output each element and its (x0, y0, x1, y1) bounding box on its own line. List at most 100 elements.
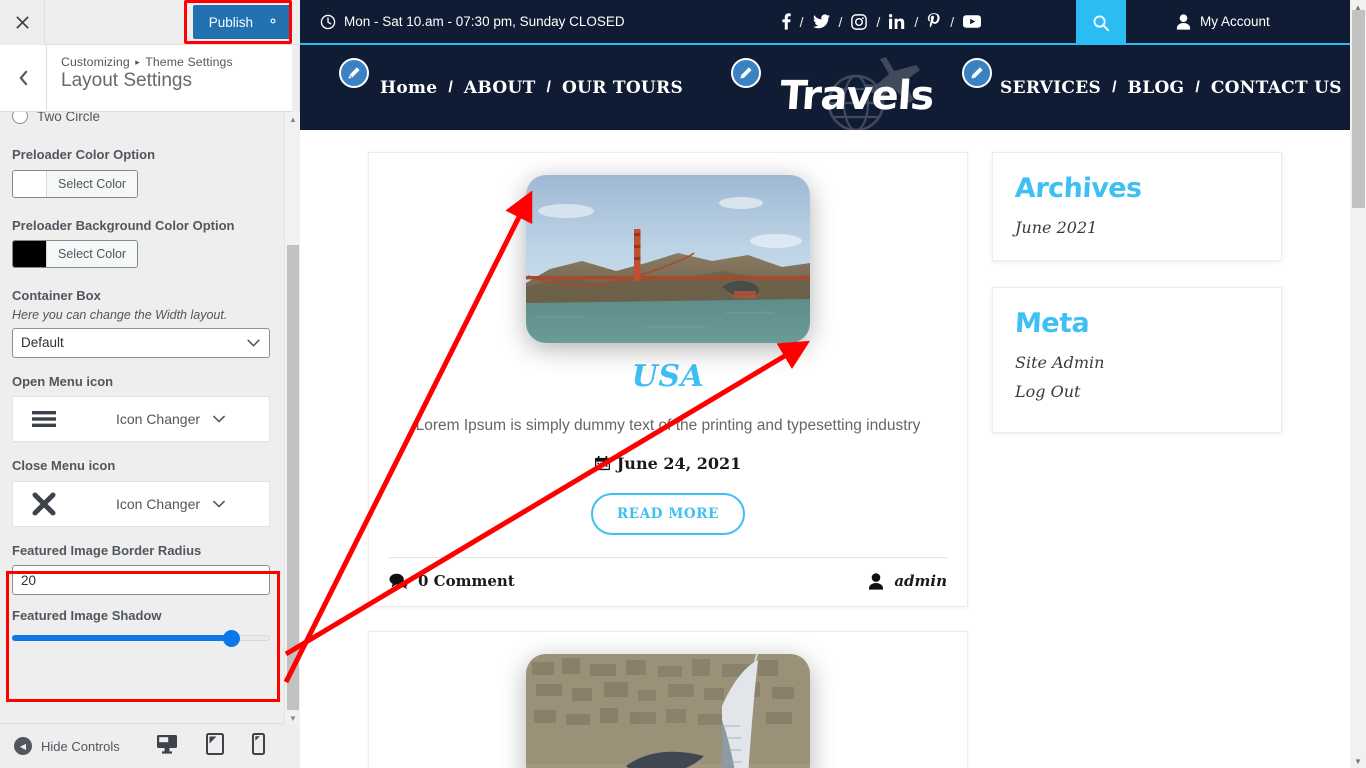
panel-header: Customizing ▸ Theme Settings Layout Sett… (0, 45, 292, 112)
container-box-select[interactable]: Default (12, 327, 270, 358)
open-menu-icon-changer[interactable]: Icon Changer (12, 396, 270, 443)
preview-scrollbar[interactable]: ▲ ▼ (1350, 0, 1366, 768)
site-logo[interactable]: Travels (762, 57, 952, 132)
radio-two-circle[interactable]: Two Circle (12, 112, 272, 124)
my-account-link[interactable]: My Account (1176, 13, 1270, 30)
list-item[interactable]: Log Out (1015, 382, 1259, 402)
breadcrumb: Customizing ▸ Theme Settings (61, 55, 233, 69)
nav-link-blog[interactable]: BLOG (1128, 78, 1185, 98)
control-open-menu-icon: Open Menu icon Icon Changer (12, 373, 272, 443)
desktop-icon (156, 734, 177, 754)
chevron-down-icon (213, 497, 225, 511)
post-author-name: admin (894, 572, 947, 591)
preloader-color-swatch[interactable] (13, 170, 47, 197)
shadow-label: Featured Image Shadow (12, 608, 162, 624)
breadcrumb-root[interactable]: Customizing (61, 55, 130, 69)
preloader-bg-color-picker[interactable]: Select Color (12, 240, 139, 269)
search-icon (1093, 15, 1110, 31)
featured-image[interactable] (526, 175, 810, 343)
scroll-down-icon[interactable]: ▼ (285, 711, 301, 725)
gear-icon[interactable] (266, 14, 280, 31)
post-excerpt: Lorem Ipsum is simply dummy text of the … (415, 417, 921, 434)
post-date-text: June 24, 2021 (616, 454, 742, 474)
container-box-description: Here you can change the Width layout. (12, 307, 228, 322)
pencil-edit-icon (740, 67, 752, 79)
meta-link-site-admin[interactable]: Site Admin (1015, 353, 1104, 372)
scrollbar-thumb[interactable] (287, 245, 299, 710)
scrollbar-thumb[interactable] (1352, 10, 1365, 208)
read-more-button[interactable]: READ MORE (590, 493, 745, 536)
control-featured-shadow: Featured Image Shadow (12, 607, 272, 647)
nav-link-contact-us[interactable]: CONTACT US (1211, 78, 1342, 98)
scroll-up-icon[interactable]: ▲ (285, 112, 301, 126)
clock-icon (320, 14, 336, 30)
site-preview: Mon - Sat 10.am - 07:30 pm, Sunday CLOSE… (300, 0, 1350, 768)
slider-thumb[interactable] (223, 629, 241, 647)
close-customizer-button[interactable] (0, 0, 45, 45)
breadcrumb-parent[interactable]: Theme Settings (145, 55, 233, 69)
search-button[interactable] (1076, 0, 1126, 45)
control-close-menu-icon: Close Menu icon Icon Changer (12, 457, 272, 527)
desktop-preview-button[interactable] (156, 734, 178, 759)
separator: / (876, 13, 881, 30)
mobile-preview-button[interactable] (251, 732, 265, 760)
user-icon (869, 572, 884, 590)
separator: / (448, 78, 453, 96)
edit-logo-button[interactable] (731, 58, 761, 88)
shadow-slider[interactable] (12, 629, 270, 647)
radio-circle-icon (12, 112, 28, 124)
archive-link-june-2021[interactable]: June 2021 (1015, 218, 1097, 237)
nav-link-services[interactable]: SERVICES (1000, 78, 1101, 98)
publish-button[interactable]: Publish (192, 5, 292, 39)
publish-label: Publish (208, 14, 253, 30)
list-item[interactable]: Site Admin (1015, 353, 1259, 373)
separator: / (950, 13, 955, 30)
meta-link-log-out[interactable]: Log Out (1015, 382, 1080, 401)
customizer-scrollbar[interactable]: ▲ ▼ (284, 112, 300, 725)
open-menu-label: Open Menu icon (12, 373, 114, 389)
border-radius-label: Featured Image Border Radius (12, 542, 202, 558)
twitter-icon[interactable] (812, 14, 830, 29)
control-container-box: Container Box Here you can change the Wi… (12, 287, 272, 358)
nav-link-about[interactable]: ABOUT (464, 78, 536, 98)
instagram-icon[interactable] (851, 13, 868, 30)
facebook-icon[interactable] (782, 13, 791, 30)
youtube-icon[interactable] (963, 15, 982, 28)
nav-link-our-tours[interactable]: OUR TOURS (562, 78, 683, 98)
border-radius-input[interactable] (12, 565, 270, 596)
my-account-label: My Account (1200, 14, 1270, 29)
preloader-bg-label: Preloader Background Color Option (12, 217, 235, 233)
slider-fill (12, 634, 232, 641)
nav-link-home[interactable]: Home (380, 78, 437, 98)
pinterest-icon[interactable] (927, 13, 941, 30)
scroll-down-icon[interactable]: ▼ (1350, 754, 1366, 768)
primary-menu-left: Home / ABOUT / OUR TOURS (380, 78, 683, 98)
hide-controls-label: Hide Controls (41, 738, 120, 754)
preloader-bg-swatch[interactable] (13, 241, 47, 268)
edit-menu-right-button[interactable] (962, 58, 992, 88)
close-icon (15, 15, 29, 29)
edit-menu-left-button[interactable] (339, 58, 369, 88)
back-button[interactable] (0, 45, 47, 111)
hide-controls-button[interactable]: ◀ Hide Controls (0, 737, 120, 755)
linkedin-icon[interactable] (889, 14, 905, 29)
pencil-edit-icon (971, 67, 983, 79)
primary-menu-right: SERVICES / BLOG / CONTACT US (1000, 78, 1342, 98)
separator: / (546, 78, 551, 96)
list-item[interactable]: June 2021 (1015, 218, 1259, 238)
preloader-color-picker[interactable]: Select Color (12, 169, 139, 198)
radio-two-circle-label: Two Circle (37, 112, 101, 124)
tablet-preview-button[interactable] (205, 732, 224, 760)
post-title[interactable]: USA (389, 359, 947, 394)
post-author[interactable]: admin (868, 572, 947, 590)
preloader-bg-button-label: Select Color (47, 241, 138, 268)
close-menu-icon-changer[interactable]: Icon Changer (12, 480, 270, 527)
tablet-icon (205, 732, 224, 755)
featured-image[interactable] (526, 654, 810, 768)
customizer-sidebar: Publish Customizing ▸ Theme Settings Lay… (0, 0, 300, 768)
post-meta: 0 Comment admin (389, 557, 947, 606)
chevron-down-icon (213, 412, 225, 426)
burj-al-arab-photo (526, 654, 810, 768)
comment-count[interactable]: 0 Comment (389, 572, 515, 590)
comment-icon (389, 573, 408, 589)
